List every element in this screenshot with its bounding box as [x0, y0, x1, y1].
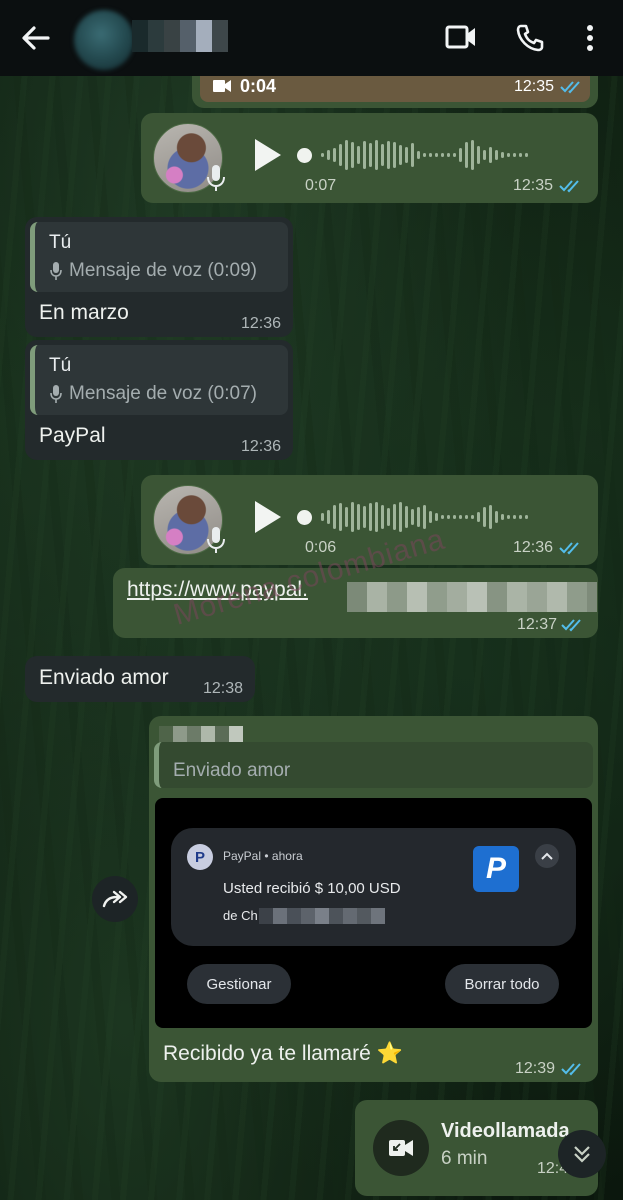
- call-icon-badge: [373, 1120, 429, 1176]
- manage-notifications-button: Gestionar: [187, 964, 291, 1004]
- image-caption: Recibido ya te llamaré ⭐: [163, 1042, 403, 1065]
- message-time: 12:39: [515, 1060, 556, 1077]
- image-reply-message[interactable]: Enviado amor P PayPal • ahora Usted reci…: [149, 716, 598, 1082]
- videocam-incoming-icon: [389, 1140, 413, 1156]
- message-text: PayPal: [39, 424, 106, 447]
- chevron-up-icon: [541, 852, 553, 860]
- voice-duration: 0:07: [305, 177, 337, 194]
- quote-body: Mensaje de voz (0:09): [49, 260, 257, 282]
- message-time: 12:35: [514, 78, 555, 95]
- forward-icon: [102, 890, 128, 908]
- videocam-icon: [213, 80, 231, 92]
- notification-when: ahora: [271, 849, 303, 863]
- chat-header: [0, 0, 623, 76]
- notification-title: Usted recibió $ 10,00 USD: [223, 880, 401, 897]
- message-list: 0:04 12:35 0:07 12:35 Tú Mensaje de voz …: [0, 0, 623, 1200]
- audio-waveform[interactable]: [297, 137, 528, 173]
- mic-icon: [207, 165, 225, 191]
- quoted-message[interactable]: Tú Mensaje de voz (0:07): [30, 345, 288, 415]
- read-ticks-icon: [559, 180, 579, 193]
- clear-all-button: Borrar todo: [445, 964, 559, 1004]
- quote-text: Mensaje de voz (0:07): [69, 383, 257, 404]
- message-time: 12:36: [241, 438, 282, 455]
- paypal-small-icon: P: [187, 844, 213, 870]
- mic-icon: [207, 527, 225, 553]
- message-time: 12:36: [513, 539, 554, 556]
- read-ticks-icon: [561, 1063, 581, 1076]
- redacted-link-part: [347, 582, 597, 612]
- phone-icon: [516, 24, 544, 52]
- voice-call-button[interactable]: [514, 22, 546, 59]
- incoming-reply-message[interactable]: Tú Mensaje de voz (0:07) PayPal 12:36: [25, 340, 293, 460]
- double-chevron-down-icon: [574, 1146, 590, 1163]
- video-call-button[interactable]: [444, 22, 478, 57]
- contact-avatar[interactable]: [74, 10, 134, 70]
- quote-body: Mensaje de voz (0:07): [49, 383, 257, 405]
- notification-app: PayPal: [223, 849, 262, 863]
- read-ticks-icon: [560, 81, 580, 94]
- video-duration: 0:04: [240, 76, 277, 96]
- paypal-notification: P PayPal • ahora Usted recibió $ 10,00 U…: [171, 828, 576, 946]
- scroll-to-bottom-button[interactable]: [558, 1130, 606, 1178]
- play-button[interactable]: [249, 135, 285, 175]
- menu-button[interactable]: [580, 22, 600, 59]
- notification-header: PayPal • ahora: [223, 849, 303, 863]
- message-time: 12:36: [241, 315, 282, 332]
- contact-name-redacted[interactable]: [132, 20, 228, 52]
- quoted-message[interactable]: Tú Mensaje de voz (0:09): [30, 222, 288, 292]
- quoted-message[interactable]: Enviado amor: [154, 742, 593, 788]
- message-text: En marzo: [39, 301, 129, 324]
- expand-toggle: [535, 844, 559, 868]
- call-duration: 6 min: [441, 1148, 488, 1169]
- message-time: 12:38: [203, 680, 244, 697]
- quote-text: Enviado amor: [173, 760, 291, 781]
- notification-from: de Ch: [223, 908, 258, 923]
- playback-scrubber[interactable]: [297, 509, 312, 525]
- playback-scrubber[interactable]: [297, 147, 312, 163]
- message-time: 12:35: [513, 177, 554, 194]
- read-ticks-icon: [559, 542, 579, 555]
- forward-button[interactable]: [92, 876, 138, 922]
- play-button[interactable]: [249, 497, 285, 537]
- videocam-icon: [445, 25, 475, 49]
- call-title: Videollamada: [441, 1120, 570, 1142]
- mic-icon: [50, 262, 62, 280]
- paypal-logo: P: [473, 846, 519, 892]
- incoming-text-message[interactable]: Enviado amor 12:38: [25, 656, 255, 702]
- quote-author: Tú: [49, 232, 72, 253]
- mic-icon: [50, 385, 62, 403]
- more-vertical-icon: [587, 25, 593, 51]
- read-ticks-icon: [561, 619, 581, 632]
- message-text: Enviado amor: [39, 666, 169, 689]
- redacted-payer-name: [259, 908, 385, 924]
- back-button[interactable]: [18, 22, 52, 54]
- message-time: 12:37: [517, 616, 558, 633]
- arrow-left-icon: [22, 26, 50, 50]
- voice-message: 0:07 12:35: [141, 113, 598, 203]
- notification-separator: •: [264, 849, 269, 863]
- incoming-reply-message[interactable]: Tú Mensaje de voz (0:09) En marzo 12:36: [25, 217, 293, 337]
- quote-author: Tú: [49, 355, 72, 376]
- image-attachment[interactable]: P PayPal • ahora Usted recibió $ 10,00 U…: [155, 798, 592, 1028]
- quote-text: Mensaje de voz (0:09): [69, 260, 257, 281]
